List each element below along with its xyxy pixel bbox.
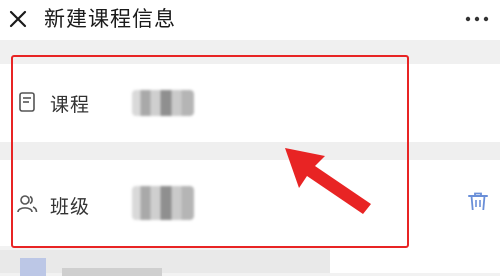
pointer-arrow-icon [285,148,371,214]
blurred-thumbnail [20,258,46,276]
top-bar: 新建课程信息 [0,0,500,40]
close-icon[interactable] [8,9,28,29]
next-item-peek [0,250,330,276]
page-title: 新建课程信息 [44,7,176,31]
blurred-text [62,268,162,276]
more-icon[interactable] [462,9,492,29]
